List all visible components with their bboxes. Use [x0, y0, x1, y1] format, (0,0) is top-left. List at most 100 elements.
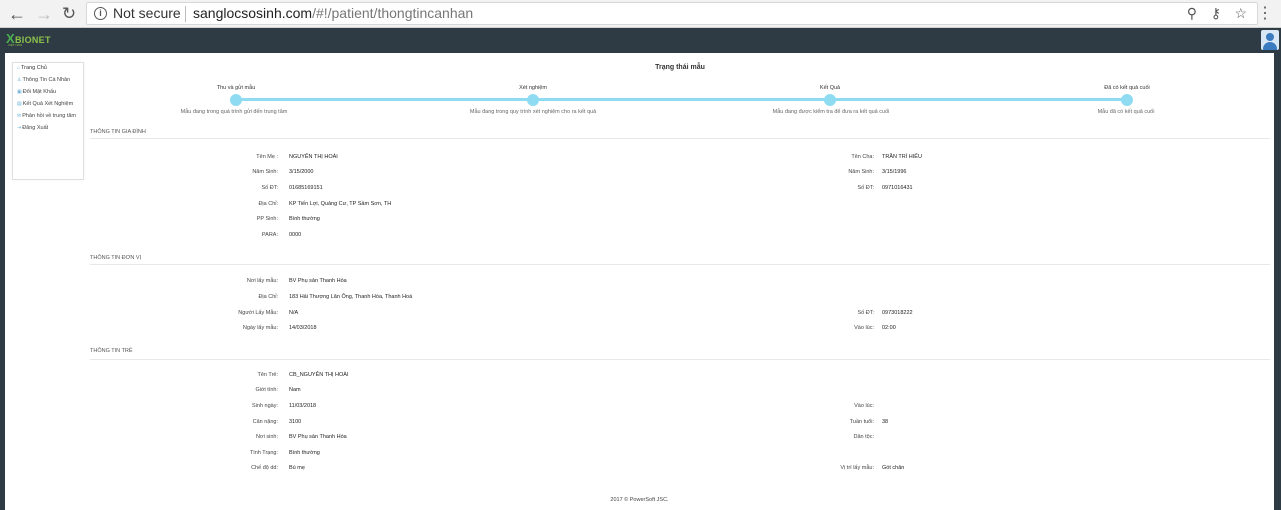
sample-site-value: Gót chân [882, 465, 905, 471]
section-divider [90, 264, 1270, 265]
sidebar-item-personal-info[interactable]: ♙Thông Tin Cá Nhân [13, 75, 83, 87]
mother-name-value: NGUYỄN THỊ HOÀI [289, 154, 338, 160]
child-time-label: Vào lúc: [854, 403, 874, 409]
child-birthplace-value: BV Phụ sản Thanh Hóa [289, 434, 347, 440]
sidebar: ⌂Trang Chủ ♙Thông Tin Cá Nhân ▣Đổi Mật K… [12, 62, 84, 180]
browser-toolbar: ← → ↻ i Not secure sanglocsosinh.com/#!/… [0, 0, 1281, 28]
feedback-icon: ✉ [17, 113, 22, 119]
sample-site-label: Vị trí lấy mẫu: [840, 465, 874, 471]
browser-menu-icon[interactable]: ⋮ [1257, 3, 1273, 23]
father-dob-label: Năm Sinh: [848, 169, 874, 175]
collection-place-label: Nơi lấy mẫu: [246, 278, 278, 284]
child-diet-value: Bú mẹ [289, 465, 305, 471]
step-desc-collect: Mẫu đang trong quá trình gửi đến trung t… [180, 109, 288, 115]
user-icon: ♙ [17, 77, 22, 83]
mother-dob-value: 3/15/2000 [289, 169, 314, 175]
zoom-icon[interactable]: ⚲ [1187, 5, 1197, 22]
child-gender-value: Nam [289, 387, 301, 393]
sidebar-item-logout[interactable]: ⇥Đăng Xuất [13, 123, 83, 135]
father-phone-label: Số ĐT: [857, 185, 874, 191]
unit-phone-value: 0973018222 [882, 310, 913, 316]
mother-name-label: Tên Mẹ : [256, 154, 278, 160]
mother-dob-label: Năm Sinh: [252, 169, 278, 175]
sidebar-item-label: Đăng Xuất [22, 125, 49, 131]
child-weight-label: Cân nặng: [252, 419, 278, 425]
key-icon[interactable]: ⚷ [1211, 5, 1221, 22]
step-label-collect: Thu và gửi mẫu [216, 85, 256, 91]
section-title-family: THÔNG TIN GIA ĐÌNH [90, 129, 146, 135]
collector-value: N/A [289, 310, 299, 316]
url-separator [185, 6, 186, 22]
child-name-label: Tên Trẻ: [257, 372, 278, 378]
forward-arrow-icon[interactable]: → [33, 3, 55, 25]
section-title-child: THÔNG TIN TRẺ [90, 348, 133, 354]
info-icon[interactable]: i [94, 7, 107, 20]
logout-icon: ⇥ [17, 125, 22, 131]
family-address-value: KP Tiến Lợi, Quảng Cư, TP Sầm Sơn, TH [289, 201, 392, 207]
step-desc-result: Mẫu đang được kiểm tra để đưa ra kết quả… [772, 109, 890, 115]
collection-place-value: BV Phụ sản Thanh Hóa [289, 278, 347, 284]
step-desc-testing: Mẫu đang trong quy trình xét nghiệm cho … [469, 109, 597, 115]
collection-time-label: Vào lúc: [854, 325, 874, 331]
step-label-testing: Xét nghiệm [519, 85, 547, 91]
father-name-label: Tên Cha: [851, 154, 874, 160]
father-dob-value: 3/15/1996 [882, 169, 907, 175]
url-path: /#!/patient/thongtincanhan [312, 5, 474, 21]
unit-address-value: 183 Hải Thượng Lãn Ông, Thanh Hóa, Thanh… [289, 294, 413, 300]
child-weeks-value: 38 [882, 419, 889, 425]
child-name-value: CB_NGUYỄN THỊ HOÀI [289, 372, 349, 378]
url-text[interactable]: sanglocsosinh.com/#!/patient/thongtincan… [193, 5, 473, 21]
mother-phone-value: 01685169151 [289, 185, 323, 191]
app-header: XBIONET VIỆT NAM [0, 28, 1281, 52]
father-name-value: TRẦN TRÍ HIẾU [882, 154, 922, 160]
birth-method-value: Bình thường [289, 216, 320, 222]
lock-icon: ▣ [17, 89, 22, 95]
home-icon: ⌂ [17, 65, 21, 71]
child-condition-label: Tình Trạng: [249, 450, 278, 456]
address-bar[interactable]: i Not secure sanglocsosinh.com/#!/patien… [86, 2, 1258, 25]
child-condition-value: Bình thường [289, 450, 320, 456]
sidebar-item-label: Đổi Mật Khẩu [22, 89, 57, 95]
back-arrow-icon[interactable]: ← [6, 3, 28, 25]
collection-date-value: 14/03/2018 [289, 325, 317, 331]
sidebar-item-home[interactable]: ⌂Trang Chủ [13, 63, 83, 75]
father-phone-value: 0971016431 [882, 185, 913, 191]
step-dot-collect [230, 94, 242, 106]
url-host: sanglocsosinh.com [193, 5, 313, 21]
section-divider [90, 138, 1270, 139]
reload-icon[interactable]: ↻ [58, 3, 80, 25]
sidebar-item-feedback[interactable]: ✉Phản hồi về trung tâm [13, 111, 83, 123]
child-birthplace-label: Nơi sinh: [256, 434, 278, 440]
child-dob-value: 11/03/2018 [289, 403, 317, 409]
mother-phone-label: Số ĐT: [261, 185, 278, 191]
collector-label: Người Lấy Mẫu: [238, 310, 278, 316]
step-dot-final [1121, 94, 1133, 106]
user-avatar-icon[interactable] [1261, 30, 1279, 50]
child-ethnicity-label: Dân tộc: [853, 434, 874, 440]
collection-date-label: Ngày lấy mẫu: [242, 325, 278, 331]
section-title-unit: THÔNG TIN ĐƠN VỊ [90, 255, 142, 261]
footer-copyright: 2017 © PowerSoft JSC. [610, 497, 669, 503]
logo-subtext: VIỆT NAM [8, 43, 23, 47]
child-gender-label: Giới tính: [255, 387, 278, 393]
sidebar-item-label: Thông Tin Cá Nhân [22, 77, 71, 83]
para-value: 0000 [289, 232, 302, 238]
unit-address-label: Địa Chỉ: [258, 294, 278, 300]
para-label: PARA: [261, 232, 278, 238]
section-divider [90, 359, 1270, 360]
family-address-label: Địa Chỉ: [258, 201, 278, 207]
step-label-final: Đã có kết quả cuối [1104, 85, 1150, 91]
sidebar-item-label: Kết Quả Xét Nghiệm [22, 101, 74, 107]
star-icon[interactable]: ☆ [1234, 5, 1247, 22]
sidebar-item-label: Phản hồi về trung tâm [22, 113, 77, 119]
page-title: Trạng thái mẫu [655, 64, 705, 71]
sidebar-item-test-results[interactable]: ▤Kết Quả Xét Nghiệm [13, 99, 83, 111]
security-label: Not secure [113, 5, 181, 21]
child-weeks-label: Tuần tuổi: [849, 419, 874, 425]
sidebar-item-change-password[interactable]: ▣Đổi Mật Khẩu [13, 87, 83, 99]
birth-method-label: PP Sinh: [256, 216, 278, 222]
step-dot-result [824, 94, 836, 106]
document-icon: ▤ [17, 101, 22, 107]
step-dot-testing [527, 94, 539, 106]
child-weight-value: 3100 [289, 419, 302, 425]
